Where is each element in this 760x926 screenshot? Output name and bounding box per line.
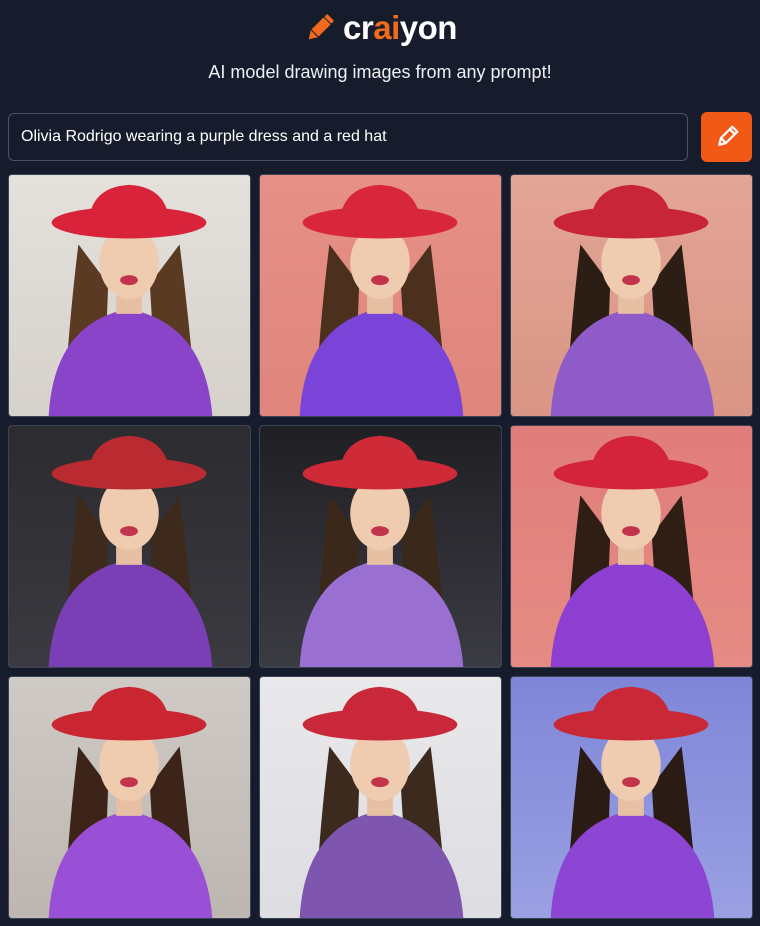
generated-image[interactable] — [259, 174, 502, 417]
logo-text-prefix: cr — [343, 9, 374, 46]
logo-text-suffix: yon — [399, 9, 458, 46]
image-grid — [8, 174, 753, 919]
generated-image[interactable] — [510, 174, 753, 417]
generated-image[interactable] — [259, 425, 502, 668]
tagline: AI model drawing images from any prompt! — [208, 62, 552, 82]
generated-image[interactable] — [510, 676, 753, 919]
generated-image[interactable] — [510, 425, 753, 668]
draw-button[interactable] — [701, 112, 752, 162]
generated-image[interactable] — [8, 174, 251, 417]
generated-image[interactable] — [259, 676, 502, 919]
prompt-input[interactable] — [8, 113, 688, 161]
generated-image[interactable] — [8, 676, 251, 919]
logo-text-accent: ai — [373, 9, 400, 46]
generated-image[interactable] — [8, 425, 251, 668]
logo-wordmark: craiyon — [343, 8, 457, 48]
craiyon-logo[interactable]: craiyon — [0, 8, 760, 48]
pencil-icon — [308, 14, 334, 40]
pencil-icon — [717, 125, 738, 146]
